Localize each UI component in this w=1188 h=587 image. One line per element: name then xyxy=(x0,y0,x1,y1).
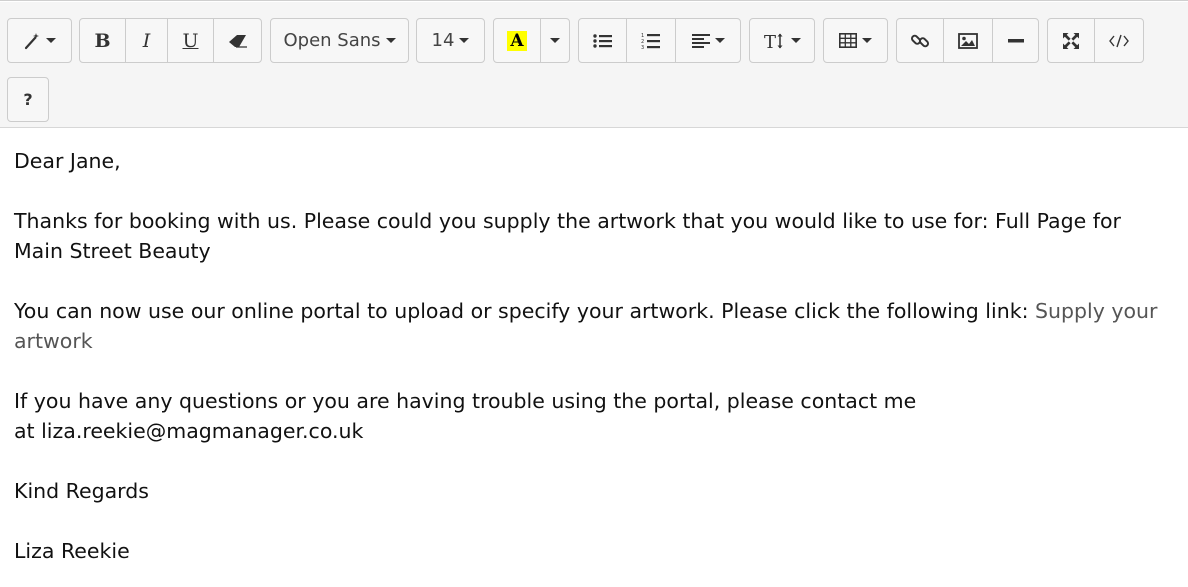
clear-format-button[interactable] xyxy=(214,19,261,62)
greeting-line: Dear Jane, xyxy=(14,149,121,173)
editor-toolbar: B I U Open Sans 14 A 1 2 3 T ? xyxy=(0,2,1188,128)
portal-text: You can now use our online portal to upl… xyxy=(14,299,1035,323)
italic-button[interactable]: I xyxy=(126,19,168,62)
unordered-list-icon xyxy=(592,33,613,49)
chevron-down-icon xyxy=(714,38,725,43)
svg-text:3: 3 xyxy=(641,45,644,50)
color-group: A xyxy=(493,18,570,63)
portal-paragraph: You can now use our online portal to upl… xyxy=(14,296,1164,356)
bold-button[interactable]: B xyxy=(80,19,126,62)
paragraph-group: 123 xyxy=(578,18,741,63)
ordered-list-icon: 123 xyxy=(641,32,661,50)
fullscreen-button[interactable] xyxy=(1048,19,1095,62)
style-group xyxy=(7,18,72,63)
font-size-group: 14 xyxy=(416,18,485,63)
text-height-icon: T xyxy=(764,32,786,50)
horizontal-rule-button[interactable] xyxy=(993,19,1038,62)
help-group: ? xyxy=(7,77,49,122)
horizontal-rule-icon xyxy=(1007,38,1024,43)
underline-icon: U xyxy=(182,29,199,52)
chevron-down-icon xyxy=(46,38,56,43)
font-name-group: Open Sans xyxy=(270,18,409,63)
eraser-icon xyxy=(228,34,248,48)
chevron-down-icon xyxy=(790,38,801,43)
contact-line-1: If you have any questions or you are hav… xyxy=(14,389,917,413)
help-icon: ? xyxy=(23,90,33,109)
svg-text:T: T xyxy=(764,32,776,50)
insert-link-button[interactable] xyxy=(897,19,944,62)
chevron-down-icon xyxy=(862,38,872,43)
color-dropdown-button[interactable] xyxy=(541,19,569,62)
highlight-color-icon: A xyxy=(507,30,527,51)
table-icon xyxy=(839,33,857,48)
chevron-down-icon xyxy=(385,38,396,43)
rich-text-editor: B I U Open Sans 14 A 1 2 3 T ? Dear Jane… xyxy=(0,0,1188,587)
style-dropdown-button[interactable] xyxy=(8,19,71,62)
font-name-dropdown[interactable]: Open Sans xyxy=(271,19,408,62)
signature-line: Liza Reekie xyxy=(14,539,130,563)
chevron-down-icon xyxy=(550,38,560,43)
highlight-color-button[interactable]: A xyxy=(494,19,541,62)
line-height-group: T xyxy=(749,18,815,63)
magic-wand-icon xyxy=(23,32,41,50)
table-dropdown[interactable] xyxy=(824,19,887,62)
closing-line: Kind Regards xyxy=(14,479,149,503)
underline-button[interactable]: U xyxy=(168,19,214,62)
code-view-icon xyxy=(1109,34,1129,48)
font-style-group: B I U xyxy=(79,18,262,63)
editor-content[interactable]: Dear Jane, Thanks for booking with us. P… xyxy=(14,146,1164,566)
booking-paragraph: Thanks for booking with us. Please could… xyxy=(14,209,1121,263)
table-group xyxy=(823,18,888,63)
font-name-value: Open Sans xyxy=(283,30,381,51)
align-left-icon xyxy=(691,33,710,48)
bold-icon: B xyxy=(94,29,111,52)
help-button[interactable]: ? xyxy=(8,78,48,121)
align-dropdown-button[interactable] xyxy=(676,19,740,62)
ordered-list-button[interactable]: 123 xyxy=(627,19,676,62)
insert-image-button[interactable] xyxy=(944,19,993,62)
contact-paragraph: If you have any questions or you are hav… xyxy=(14,386,1164,446)
link-icon xyxy=(910,31,930,51)
chevron-down-icon xyxy=(459,38,470,43)
image-icon xyxy=(958,32,978,49)
font-size-dropdown[interactable]: 14 xyxy=(417,19,484,62)
unordered-list-button[interactable] xyxy=(579,19,627,62)
contact-line-2: at liza.reekie@magmanager.co.uk xyxy=(14,419,364,443)
view-group xyxy=(1047,18,1144,63)
italic-icon: I xyxy=(142,29,151,52)
code-view-button[interactable] xyxy=(1095,19,1143,62)
fullscreen-icon xyxy=(1062,32,1080,50)
line-height-dropdown[interactable]: T xyxy=(750,19,814,62)
insert-group xyxy=(896,18,1039,63)
font-size-value: 14 xyxy=(431,30,455,51)
